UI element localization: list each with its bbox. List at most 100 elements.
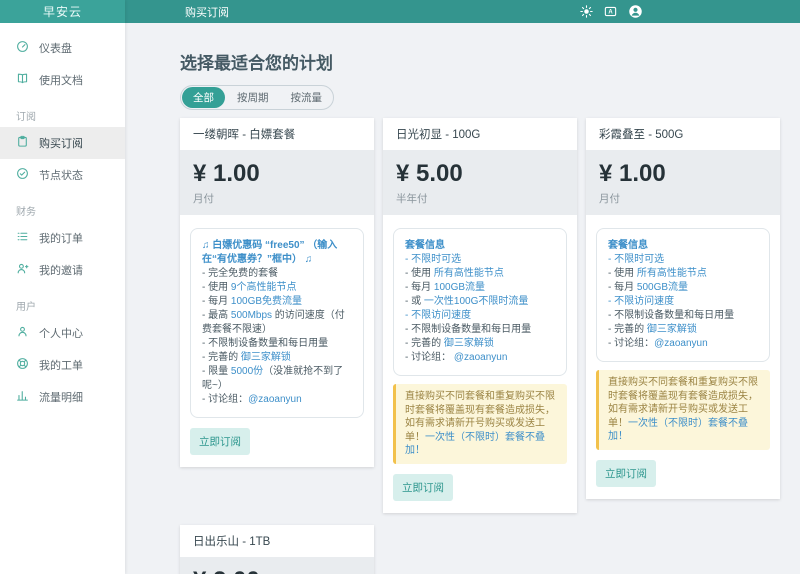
text-segment: @zaoanyun <box>248 394 302 405</box>
text-segment: - 使用 <box>608 268 637 279</box>
text-segment: 御三家解锁 <box>646 324 697 335</box>
sidebar-item-my-orders[interactable]: 我的订单 <box>0 222 125 254</box>
subscribe-button[interactable]: 立即订阅 <box>393 473 453 501</box>
sidebar-item-label: 节点状态 <box>39 170 83 182</box>
svg-text:A: A <box>608 10 613 16</box>
text-segment: - 讨论组： <box>405 352 454 363</box>
sidebar-item-node-status[interactable]: 节点状态 <box>0 159 125 191</box>
text-segment: - 不限时可选 <box>405 254 462 265</box>
sidebar-section-label: 订阅 <box>16 112 36 123</box>
sun-icon[interactable] <box>580 5 593 18</box>
plan-feature-line: - 完全免费的套餐 <box>202 267 352 281</box>
user-icon <box>16 325 29 341</box>
avatar-icon[interactable] <box>628 4 643 19</box>
text-segment: - 每月 <box>405 282 434 293</box>
book-icon <box>16 72 29 88</box>
text-segment: - 不限制设备数量和每日用量 <box>608 310 735 321</box>
sidebar-section-label: 用户 <box>16 302 36 313</box>
plan-card: 日出乐山 - 1TB ¥ 2.00月付 <box>180 524 374 574</box>
plan-feature-line: - 每月 100GB免费流量 <box>202 295 352 309</box>
text-segment: 套餐信息 <box>405 240 445 251</box>
text-segment: - 或 <box>405 296 424 307</box>
plan-feature-line: - 完善的 御三家解锁 <box>608 323 758 337</box>
text-segment: 一次性（不限时）套餐不叠加！ <box>405 431 545 457</box>
plan-price: ¥ 5.00 <box>396 160 463 187</box>
sidebar-item-profile[interactable]: 个人中心 <box>0 317 125 349</box>
plan-feature-line: - 讨论组：@zaoanyun <box>202 393 352 407</box>
sidebar-item-docs[interactable]: 使用文档 <box>0 64 125 96</box>
plan-feature-line: - 不限访问速度 <box>405 309 555 323</box>
plan-feature-line: - 不限时可选 <box>405 253 555 267</box>
plan-price: ¥ 1.00 <box>193 160 260 187</box>
text-segment: - 讨论组： <box>608 338 655 349</box>
plan-price-section: ¥ 1.00 月付 <box>586 150 780 215</box>
sidebar-item-label: 我的工单 <box>39 360 83 372</box>
text-segment: 套餐信息 <box>608 240 648 251</box>
sidebar: 早安云 仪表盘 使用文档 订阅 购买订阅 节点状态 财务 我的订单 我的邀请 用户 个人中心 我的工… <box>0 0 125 574</box>
plan-feature-line: - 限量 5000份（没准就抢不到了呢~） <box>202 365 352 393</box>
plan-feature-box: 套餐信息 - 不限时可选 - 使用 所有高性能节点 - 每月 500GB流量 - 不限访… <box>596 228 770 362</box>
text-segment: @zaoanyun <box>654 338 708 349</box>
plan-price-section: ¥ 5.00 半年付 <box>383 150 577 215</box>
sidebar-item-traffic-detail[interactable]: 流量明细 <box>0 381 125 413</box>
text-segment: 100GB免费流量 <box>230 296 303 307</box>
text-segment: - 不限制设备数量和每日用量 <box>405 324 532 335</box>
plan-period: 月付 <box>599 193 620 205</box>
subscribe-button[interactable]: 立即订阅 <box>190 428 250 455</box>
text-segment: - 每月 <box>608 282 637 293</box>
text-segment: 5000份 <box>230 366 264 377</box>
sidebar-nav: 仪表盘 使用文档 订阅 购买订阅 节点状态 财务 我的订单 我的邀请 用户 个人中心 我的工单 流量明… <box>0 23 125 413</box>
topbar-title: 购买订阅 <box>185 6 229 19</box>
plan-feature-line: - 完善的 御三家解锁 <box>405 337 555 351</box>
text-segment: 御三家解锁 <box>443 338 494 349</box>
plan-feature-line: ♫ 白嫖优惠码 “free50” （输入在“有优惠券？”框中） ♫ <box>202 239 352 267</box>
text-segment: 御三家解锁 <box>240 352 291 363</box>
plan-feature-line: - 使用 所有高性能节点 <box>405 267 555 281</box>
plan-filters: 全部 按周期 按流量 <box>180 85 334 110</box>
main-area: 选择最适合您的计划 全部 按周期 按流量 一缕朝晖 - 白嫖套餐 ¥ 1.00 月付 ♫ … <box>125 23 800 574</box>
sidebar-item-my-invites[interactable]: 我的邀请 <box>0 254 125 286</box>
sidebar-item-dashboard[interactable]: 仪表盘 <box>0 32 125 64</box>
plan-feature-line: - 每月 500GB流量 <box>608 281 758 295</box>
text-segment: - 不限制设备数量和每日用量 <box>202 338 329 349</box>
text-segment: 500Mbps <box>230 310 273 321</box>
plan-price-section: ¥ 2.00月付 <box>180 556 374 574</box>
plan-feature-line: 套餐信息 <box>405 239 555 253</box>
filter-pill[interactable]: 按流量 <box>280 86 334 109</box>
text-segment: @zaoanyun <box>453 352 508 363</box>
text-segment: - 每月 <box>202 296 231 307</box>
text-segment: - 不限时可选 <box>608 254 665 265</box>
translate-icon[interactable]: A <box>604 5 617 18</box>
sidebar-item-my-tickets[interactable]: 我的工单 <box>0 349 125 381</box>
plan-price-section: ¥ 1.00 月付 <box>180 150 374 215</box>
plan-title: 一缕朝晖 - 白嫖套餐 <box>193 129 296 141</box>
plan-title: 日光初显 - 100G <box>396 129 481 141</box>
sidebar-item-label: 仪表盘 <box>39 43 72 55</box>
sidebar-item-buy-subscription[interactable]: 购买订阅 <box>0 127 125 159</box>
plan-card: 彩霞叠至 - 500G ¥ 1.00 月付 套餐信息 - 不限时可选 - 使用 所有高性能… <box>586 118 780 499</box>
plan-feature-line: - 或 一次性100G不限时流量 <box>405 295 555 309</box>
text-segment: - 完善的 <box>202 352 241 363</box>
plan-body: ♫ 白嫖优惠码 “free50” （输入在“有优惠券？”框中） ♫ - 完全免费的… <box>180 215 374 467</box>
sidebar-item-label: 使用文档 <box>39 75 83 87</box>
app-logo: 早安云 <box>0 0 125 23</box>
plan-card: 一缕朝晖 - 白嫖套餐 ¥ 1.00 月付 ♫ 白嫖优惠码 “free50” （输入在… <box>180 118 374 467</box>
text-segment: - 完善的 <box>405 338 444 349</box>
plan-price: ¥ 1.00 <box>599 160 666 187</box>
page-title: 选择最适合您的计划 <box>180 54 333 73</box>
sidebar-item-label: 个人中心 <box>39 328 83 340</box>
plan-period: 月付 <box>193 193 214 205</box>
text-segment: 一次性100G不限时流量 <box>423 296 529 307</box>
text-segment: ♫ 白嫖优惠码 “free50” （输入在“有优惠券？”框中） ♫ <box>202 240 338 265</box>
filter-pill[interactable]: 按周期 <box>226 86 280 109</box>
plans-grid: 一缕朝晖 - 白嫖套餐 ¥ 1.00 月付 ♫ 白嫖优惠码 “free50” （输入在… <box>180 118 780 574</box>
filter-pill[interactable]: 全部 <box>182 87 225 108</box>
text-segment: - 完全免费的套餐 <box>202 268 279 279</box>
list-icon <box>16 230 29 246</box>
sidebar-item-label: 流量明细 <box>39 392 83 404</box>
subscribe-button[interactable]: 立即订阅 <box>596 459 656 487</box>
gauge-icon <box>16 40 29 56</box>
plan-feature-box: ♫ 白嫖优惠码 “free50” （输入在“有优惠券？”框中） ♫ - 完全免费的… <box>190 228 364 418</box>
text-segment: - 最高 <box>202 310 231 321</box>
plan-feature-line: - 不限制设备数量和每日用量 <box>202 337 352 351</box>
